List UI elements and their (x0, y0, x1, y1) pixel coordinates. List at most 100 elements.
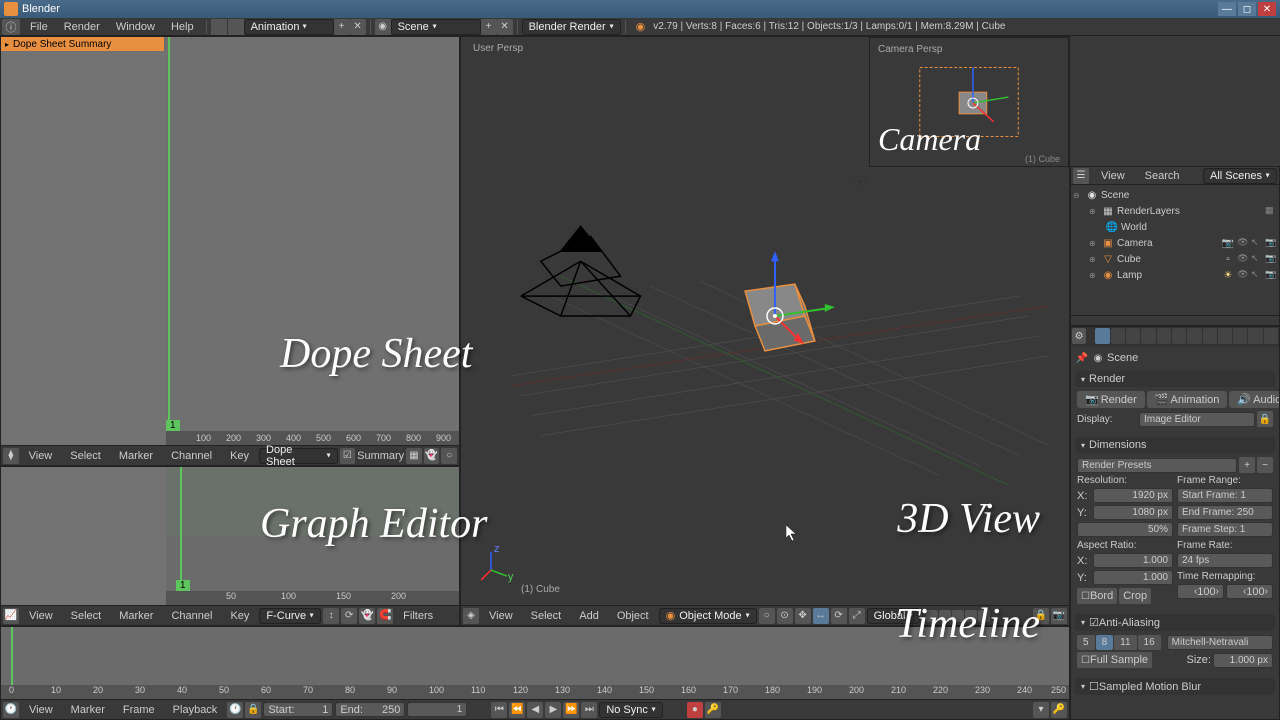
dopesheet-menu-channel[interactable]: Channel (163, 450, 220, 462)
cursor-icon[interactable]: ↖ (1251, 253, 1263, 265)
renderlayer-icon[interactable]: ▦ (1265, 205, 1277, 217)
display-dropdown[interactable]: Image Editor (1139, 412, 1255, 427)
crop-checkbox[interactable]: Crop (1119, 588, 1151, 604)
viewport-menu-select[interactable]: Select (523, 610, 570, 622)
render-icon[interactable]: 📷 (1265, 253, 1277, 265)
tree-row-cube[interactable]: ⊕▽ Cube ▫ 👁↖📷 (1071, 251, 1279, 267)
layout-delete-button[interactable]: ✕ (350, 19, 366, 35)
aa-size-field[interactable]: 1.000 px (1213, 653, 1273, 668)
panel-motion-blur[interactable]: ☐ Sampled Motion Blur (1075, 678, 1275, 695)
aspect-y-field[interactable]: 1.000 (1093, 570, 1173, 585)
viewport-editor-type-icon[interactable]: ◈ (463, 608, 479, 624)
graph-menu-channel[interactable]: Channel (163, 610, 220, 622)
screen-layout-dropdown[interactable]: Animation (244, 19, 334, 35)
camera-object[interactable] (521, 226, 641, 316)
cube-object[interactable] (745, 284, 815, 351)
start-frame-input[interactable]: Start:1 (263, 702, 333, 717)
tree-row-world[interactable]: 🌐 World (1071, 219, 1279, 235)
viewport-menu-view[interactable]: View (481, 610, 521, 622)
resolution-y-field[interactable]: 1080 px (1093, 505, 1173, 520)
keying-dropdown-icon[interactable]: ▾ (1033, 702, 1049, 718)
graph-menu-view[interactable]: View (21, 610, 61, 622)
tab-render[interactable] (1095, 328, 1109, 344)
keying-set-icon[interactable]: 🔑 (705, 702, 721, 718)
dopesheet-menu-view[interactable]: View (21, 450, 61, 462)
minimize-button[interactable]: — (1218, 2, 1236, 16)
graph-normalize-icon[interactable]: ↕ (323, 608, 339, 624)
graph-ghost-icon[interactable]: 👻 (359, 608, 375, 624)
tab-constraints[interactable] (1172, 328, 1186, 344)
keyframe-next-button[interactable]: ⏩ (563, 702, 579, 718)
graph-frame-ruler[interactable]: 50 100 150 200 (166, 591, 459, 605)
dopesheet-menu-marker[interactable]: Marker (111, 450, 161, 462)
timeline-editor-type-icon[interactable]: 🕐 (3, 702, 19, 718)
aa-11-button[interactable]: 11 (1114, 635, 1136, 650)
aa-8-button[interactable]: 8 (1096, 635, 1114, 650)
remap-old-field[interactable]: ‹ 100 › (1177, 584, 1224, 599)
jump-end-button[interactable]: ⏭ (581, 702, 597, 718)
use-preview-range-icon[interactable]: 🕐 (227, 702, 243, 718)
render-icon[interactable]: 📷 (1265, 269, 1277, 281)
tree-row-lamp[interactable]: ⊕◉ Lamp ☀ 👁↖📷 (1071, 267, 1279, 283)
menu-help[interactable]: Help (163, 21, 202, 33)
pin-icon[interactable]: 📌 (1075, 351, 1089, 365)
maximize-button[interactable]: ◻ (1238, 2, 1256, 16)
tab-data[interactable] (1203, 328, 1217, 344)
layout-prev-button[interactable] (211, 19, 227, 35)
cursor-icon[interactable]: ↖ (1251, 269, 1263, 281)
graph-mode-dropdown[interactable]: F-Curve (259, 608, 321, 624)
aa-filter-dropdown[interactable]: Mitchell-Netravali (1167, 635, 1273, 650)
graph-filters-label[interactable]: Filters (395, 610, 441, 622)
outliner-editor-type-icon[interactable]: ☰ (1073, 168, 1089, 184)
audio-button[interactable]: 🔊Audio (1229, 391, 1280, 408)
panel-antialiasing[interactable]: ☑ Anti-Aliasing (1075, 614, 1275, 631)
layout-add-button[interactable]: + (334, 19, 350, 35)
panel-dimensions[interactable]: Dimensions (1075, 437, 1275, 453)
timeline-menu-playback[interactable]: Playback (165, 704, 226, 716)
end-frame-field[interactable]: End Frame: 250 (1177, 505, 1273, 520)
timeline-ruler[interactable]: 0 10 20 30 40 50 60 70 80 90 100 110 120… (1, 685, 1069, 699)
menu-file[interactable]: File (22, 21, 56, 33)
interaction-mode-dropdown[interactable]: ◉Object Mode (659, 608, 757, 624)
aa-16-button[interactable]: 16 (1138, 635, 1161, 650)
tab-modifiers[interactable] (1187, 328, 1201, 344)
scene-delete-button[interactable]: ✕ (497, 19, 513, 35)
display-lock-icon[interactable]: 🔒 (1257, 411, 1273, 427)
border-checkbox[interactable]: ☐ Bord (1077, 588, 1117, 604)
start-frame-field[interactable]: Start Frame: 1 (1177, 488, 1273, 503)
dopesheet-mode-dropdown[interactable]: Dope Sheet (259, 448, 337, 464)
timeline-menu-view[interactable]: View (21, 704, 61, 716)
play-button[interactable]: ▶ (545, 702, 561, 718)
scene-dropdown[interactable]: Scene (391, 19, 481, 35)
lock-range-icon[interactable]: 🔒 (245, 702, 261, 718)
graph-snap-icon[interactable]: 🧲 (377, 608, 393, 624)
outliner-tree[interactable]: ⊖◉ Scene ⊕▦ RenderLayers ▦ 🌐 World ⊕▣ Ca… (1071, 185, 1279, 285)
rotate-manipulator-icon[interactable]: ⟳ (831, 608, 847, 624)
preset-add-button[interactable]: + (1239, 457, 1255, 473)
pivot-icon[interactable]: ⊙ (777, 608, 793, 624)
tab-material[interactable] (1218, 328, 1232, 344)
dopesheet-editor[interactable]: 1 Dope Sheet Summary 100 200 300 400 500… (0, 36, 460, 466)
panel-render[interactable]: Render (1075, 371, 1275, 387)
full-sample-checkbox[interactable]: ☐ Full Sample (1077, 652, 1152, 668)
remap-new-field[interactable]: ‹ 100 › (1226, 584, 1273, 599)
preset-remove-button[interactable]: − (1257, 457, 1273, 473)
scale-manipulator-icon[interactable]: ⤢ (849, 608, 865, 624)
outliner-menu-view[interactable]: View (1093, 170, 1133, 182)
insert-keyframe-icon[interactable]: 🔑 (1051, 702, 1067, 718)
frame-step-field[interactable]: Frame Step: 1 (1177, 522, 1273, 537)
tab-render-layers[interactable] (1111, 328, 1125, 344)
dopesheet-menu-select[interactable]: Select (62, 450, 109, 462)
dopesheet-menu-key[interactable]: Key (222, 450, 257, 462)
scene-add-button[interactable]: + (481, 19, 497, 35)
outliner-menu-search[interactable]: Search (1137, 170, 1188, 182)
timeline-menu-frame[interactable]: Frame (115, 704, 163, 716)
graph-autonorm-icon[interactable]: ⟳ (341, 608, 357, 624)
tab-texture[interactable] (1233, 328, 1247, 344)
scene-browse-button[interactable]: ◉ (375, 19, 391, 35)
tab-object[interactable] (1157, 328, 1171, 344)
eye-icon[interactable]: 👁 (1237, 237, 1249, 249)
keyframe-prev-button[interactable]: ⏪ (509, 702, 525, 718)
grapheditor-editor-type-icon[interactable]: 📈 (3, 608, 19, 624)
graph-menu-marker[interactable]: Marker (111, 610, 161, 622)
